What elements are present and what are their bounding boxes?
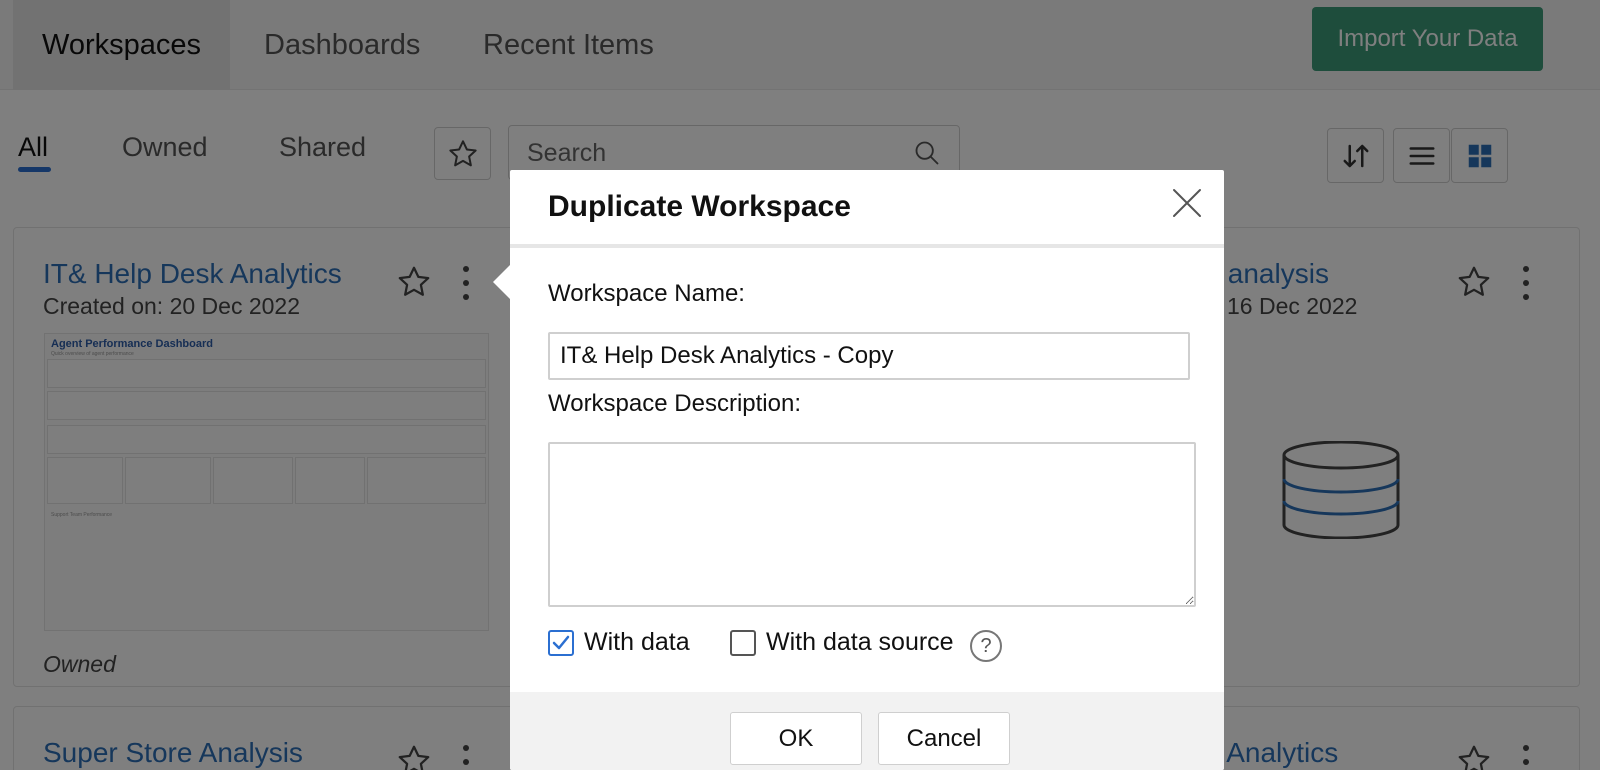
workspace-description-input[interactable] (548, 442, 1196, 607)
checkmark-icon (552, 635, 570, 649)
with-data-option[interactable]: With data (548, 628, 690, 657)
dialog-header: Duplicate Workspace (510, 170, 1224, 248)
dialog-footer: OK Cancel (510, 692, 1224, 770)
with-data-source-label: With data source (766, 628, 954, 656)
cancel-button[interactable]: Cancel (878, 712, 1010, 765)
with-data-source-checkbox[interactable] (730, 629, 756, 656)
dialog-title: Duplicate Workspace (548, 190, 851, 223)
workspace-name-input[interactable] (548, 332, 1190, 380)
close-button[interactable] (1170, 186, 1204, 220)
help-glyph: ? (980, 634, 992, 657)
ok-button[interactable]: OK (730, 712, 862, 765)
close-icon (1173, 189, 1201, 217)
dialog-pointer (493, 265, 510, 299)
with-data-checkbox[interactable] (548, 629, 574, 656)
workspace-name-label: Workspace Name: (548, 280, 745, 307)
with-data-source-option[interactable]: With data source (730, 628, 954, 657)
duplicate-workspace-dialog: Duplicate Workspace Workspace Name: Work… (510, 170, 1224, 770)
workspace-description-label: Workspace Description: (548, 390, 801, 417)
with-data-label: With data (584, 628, 690, 656)
help-icon[interactable]: ? (970, 630, 1002, 662)
